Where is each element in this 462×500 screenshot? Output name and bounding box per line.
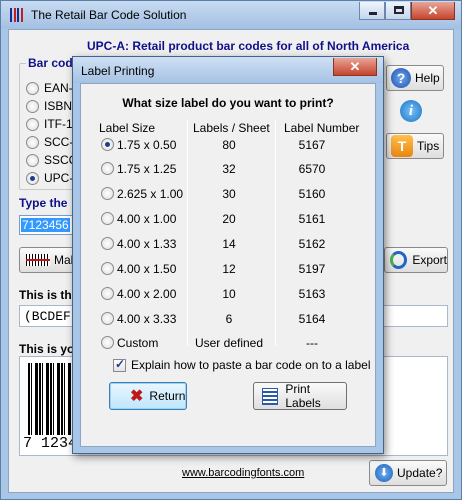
- dialog-title: Label Printing: [81, 64, 155, 78]
- export-icon: [390, 251, 408, 269]
- radio-icon: [26, 117, 39, 131]
- download-icon: ⬇: [375, 464, 393, 482]
- maximize-icon: [394, 6, 404, 14]
- barcode-heading: UPC-A: Retail product bar codes for all …: [87, 39, 410, 53]
- radio-icon: [26, 153, 39, 167]
- label-option-row[interactable]: 4.00 x 1.50 12 5197: [81, 257, 375, 281]
- main-title-bar[interactable]: The Retail Bar Code Solution ✕: [1, 1, 461, 29]
- export-button[interactable]: Export: [384, 247, 448, 273]
- label-option-row[interactable]: 4.00 x 1.00 20 5161: [81, 207, 375, 231]
- close-icon: ✕: [349, 59, 361, 74]
- barcode-app-icon: [10, 8, 24, 22]
- radio-icon: [101, 336, 114, 349]
- dialog-close-button[interactable]: ✕: [333, 58, 377, 76]
- close-button[interactable]: ✕: [411, 2, 455, 20]
- barcode-icon: [26, 254, 50, 266]
- radio-icon: [101, 212, 114, 225]
- barcode-input[interactable]: 7123456: [19, 215, 79, 235]
- label-option-row[interactable]: 2.625 x 1.00 30 5160: [81, 182, 375, 206]
- label-option-row[interactable]: 4.00 x 2.00 10 5163: [81, 282, 375, 306]
- radio-icon: [101, 312, 114, 325]
- label-option-row[interactable]: 1.75 x 1.25 32 6570: [81, 157, 375, 181]
- minimize-button[interactable]: [359, 2, 385, 20]
- label-option-row[interactable]: 4.00 x 3.33 6 5164: [81, 307, 375, 331]
- help-button[interactable]: ? Help: [386, 65, 444, 91]
- label-printing-dialog: Label Printing ✕ What size label do you …: [72, 56, 384, 454]
- maximize-button[interactable]: [385, 2, 411, 20]
- dialog-client-area: What size label do you want to print? La…: [80, 83, 376, 447]
- dialog-question: What size label do you want to print?: [122, 96, 334, 110]
- print-labels-button[interactable]: Print Labels: [253, 382, 347, 410]
- radio-icon: [26, 81, 39, 95]
- window-title: The Retail Bar Code Solution: [31, 8, 187, 22]
- x-icon: ✖: [130, 388, 144, 405]
- radio-selected-icon: [26, 171, 39, 185]
- tips-button[interactable]: T Tips: [386, 133, 444, 159]
- help-icon: ?: [391, 68, 411, 88]
- list-icon: [262, 387, 279, 405]
- update-button[interactable]: ⬇ Update?: [369, 460, 447, 486]
- radio-icon: [101, 262, 114, 275]
- barcode-type-isbn[interactable]: ISBN: [26, 98, 72, 114]
- minimize-icon: [369, 12, 377, 15]
- tips-icon: T: [391, 135, 413, 157]
- label-option-row[interactable]: Custom User defined ---: [81, 331, 375, 355]
- return-button[interactable]: ✖ Return: [109, 382, 187, 410]
- radio-icon: [101, 237, 114, 250]
- dialog-title-bar[interactable]: Label Printing ✕: [73, 57, 383, 83]
- radio-icon: [26, 99, 39, 113]
- radio-icon: [101, 187, 114, 200]
- radio-selected-icon: [101, 138, 114, 151]
- radio-icon: [101, 162, 114, 175]
- label-option-row[interactable]: 1.75 x 0.50 80 5167: [81, 133, 375, 157]
- info-icon[interactable]: i: [400, 100, 422, 122]
- explain-checkbox[interactable]: Explain how to paste a bar code on to a …: [113, 357, 371, 372]
- label-option-row[interactable]: 4.00 x 1.33 14 5162: [81, 232, 375, 256]
- radio-icon: [101, 287, 114, 300]
- website-link[interactable]: www.barcodingfonts.com: [182, 467, 304, 479]
- type-label: Type the: [19, 196, 68, 210]
- close-icon: ✕: [427, 3, 439, 18]
- checkbox-checked-icon: [113, 357, 126, 372]
- radio-icon: [26, 135, 39, 149]
- encoded-label: This is the: [19, 288, 79, 302]
- barcode-group-label: Bar cod: [26, 56, 75, 70]
